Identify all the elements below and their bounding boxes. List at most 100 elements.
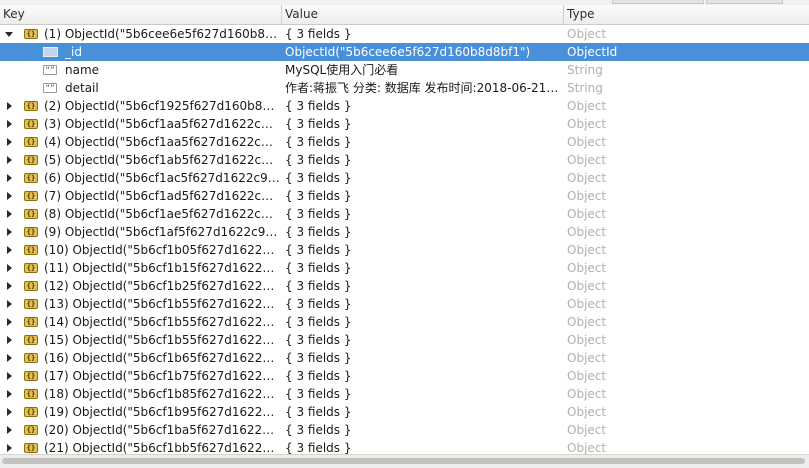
field-row[interactable]: _id ObjectId("5b6cee6e5f627d160b8d8bf1") O… [0,43,809,61]
document-row[interactable]: {} (9) ObjectId("5b6cf1af5f627d1622c92709… [0,223,809,241]
key-cell: {} (2) ObjectId("5b6cf1925f627d160b8d8bf2… [0,97,282,115]
document-row[interactable]: {} (13) ObjectId("5b6cf1b55f627d1622c9270… [0,295,809,313]
expand-arrow-right-icon[interactable] [7,264,12,272]
value-text: { 3 fields } [285,405,352,419]
expand-arrow-right-icon[interactable] [7,138,12,146]
document-row[interactable]: {} (14) ObjectId("5b6cf1b55f627d1622c9270… [0,313,809,331]
document-row[interactable]: {} (6) ObjectId("5b6cf1ac5f627d1622c926f6… [0,169,809,187]
expand-arrow-right-icon[interactable] [7,192,12,200]
type-cell: Object [567,189,607,203]
field-row[interactable]: “” detail 作者:蒋振飞 分类: 数据库 发布时间:2018-06-21 1… [0,79,809,97]
key-text: (3) ObjectId("5b6cf1aa5f627d1622c926f3") [44,117,280,131]
toolbar-edge-button[interactable] [612,0,704,4]
document-row[interactable]: {} (10) ObjectId("5b6cf1b05f627d1622c9270… [0,241,809,259]
expand-arrow-right-icon[interactable] [7,120,12,128]
key-cell: {} (4) ObjectId("5b6cf1aa5f627d1622c926f4… [0,133,282,151]
object-icon: {} [24,191,38,201]
value-cell: { 3 fields } [285,421,562,439]
object-icon: {} [24,317,38,327]
document-row[interactable]: {} (7) ObjectId("5b6cf1ad5f627d1622c926f7… [0,187,809,205]
value-cell: { 3 fields } [285,115,562,133]
key-text: (9) ObjectId("5b6cf1af5f627d1622c92709") [44,225,280,239]
document-row[interactable]: {} (5) ObjectId("5b6cf1ab5f627d1622c926f5… [0,151,809,169]
object-icon: {} [24,227,38,237]
value-cell: { 3 fields } [285,205,562,223]
key-text: (12) ObjectId("5b6cf1b25f627d1622c9270c"… [44,279,280,293]
expand-arrow-right-icon[interactable] [7,426,12,434]
value-cell: { 3 fields } [285,349,562,367]
document-row[interactable]: {} (19) ObjectId("5b6cf1b95f627d1622c9271… [0,403,809,421]
document-row[interactable]: {} (1) ObjectId("5b6cee6e5f627d160b8d8bf1… [0,25,809,43]
key-cell: {} (5) ObjectId("5b6cf1ab5f627d1622c926f5… [0,151,282,169]
key-text: (13) ObjectId("5b6cf1b55f627d1622c9270d"… [44,297,280,311]
value-text: { 3 fields } [285,351,352,365]
expand-arrow-right-icon[interactable] [7,246,12,254]
document-row[interactable]: {} (2) ObjectId("5b6cf1925f627d160b8d8bf2… [0,97,809,115]
expand-arrow-right-icon[interactable] [7,282,12,290]
key-cell: {} (11) ObjectId("5b6cf1b15f627d1622c9270… [0,259,282,277]
key-text: (7) ObjectId("5b6cf1ad5f627d1622c926f7") [44,189,280,203]
document-row[interactable]: {} (3) ObjectId("5b6cf1aa5f627d1622c926f3… [0,115,809,133]
key-cell: {} (18) ObjectId("5b6cf1b85f627d1622c9271… [0,385,282,403]
expand-arrow-right-icon[interactable] [7,336,12,344]
value-cell: { 3 fields } [285,331,562,349]
object-icon: {} [24,407,38,417]
document-row[interactable]: {} (20) ObjectId("5b6cf1ba5f627d1622c9271… [0,421,809,439]
expand-arrow-right-icon[interactable] [7,318,12,326]
document-row[interactable]: {} (12) ObjectId("5b6cf1b25f627d1622c9270… [0,277,809,295]
key-cell: {} (19) ObjectId("5b6cf1b95f627d1622c9271… [0,403,282,421]
type-cell: Object [567,153,607,167]
type-cell: Object [567,117,607,131]
document-row[interactable]: {} (11) ObjectId("5b6cf1b15f627d1622c9270… [0,259,809,277]
expand-arrow-right-icon[interactable] [7,408,12,416]
value-text: MySQL使用入门必看 [285,63,399,77]
scrollbar-thumb[interactable] [2,458,805,464]
expand-arrow-right-icon[interactable] [7,210,12,218]
expand-arrow-right-icon[interactable] [7,300,12,308]
type-cell: Object [567,333,607,347]
expand-arrow-right-icon[interactable] [7,372,12,380]
key-text: (19) ObjectId("5b6cf1b95f627d1622c92713"… [44,405,280,419]
document-row[interactable]: {} (8) ObjectId("5b6cf1ae5f627d1622c926f8… [0,205,809,223]
key-text: _id [65,45,82,59]
key-text: (2) ObjectId("5b6cf1925f627d160b8d8bf2") [44,99,280,113]
expand-arrow-right-icon[interactable] [7,354,12,362]
expand-arrow-down-icon[interactable] [5,32,13,37]
column-header-type[interactable]: Type [563,5,809,24]
column-header-key[interactable]: Key [0,5,281,24]
object-icon: {} [24,209,38,219]
document-row[interactable]: {} (18) ObjectId("5b6cf1b85f627d1622c9271… [0,385,809,403]
expand-arrow-right-icon[interactable] [7,444,12,452]
key-text: (18) ObjectId("5b6cf1b85f627d1622c92712"… [44,387,280,401]
field-row[interactable]: “” name MySQL使用入门必看 String [0,61,809,79]
expand-arrow-right-icon[interactable] [7,156,12,164]
document-row[interactable]: {} (21) ObjectId("5b6cf1bb5f627d1622c9271… [0,439,809,454]
expand-arrow-right-icon[interactable] [7,102,12,110]
expand-arrow-right-icon[interactable] [7,390,12,398]
value-cell: { 3 fields } [285,223,562,241]
value-cell: ObjectId("5b6cee6e5f627d160b8d8bf1") [285,43,562,61]
document-row[interactable]: {} (17) ObjectId("5b6cf1b75f627d1622c9271… [0,367,809,385]
column-header-value[interactable]: Value [281,5,563,24]
object-icon: {} [24,353,38,363]
key-cell: {} (9) ObjectId("5b6cf1af5f627d1622c92709… [0,223,282,241]
expand-arrow-right-icon[interactable] [7,228,12,236]
horizontal-scrollbar[interactable] [0,454,809,468]
type-cell: Object [567,369,607,383]
toolbar-edge-button[interactable] [706,0,783,4]
key-text: (4) ObjectId("5b6cf1aa5f627d1622c926f4") [44,135,280,149]
type-cell: Object [567,27,607,41]
expand-arrow-right-icon[interactable] [7,174,12,182]
value-text: { 3 fields } [285,153,352,167]
value-text: { 3 fields } [285,387,352,401]
value-cell: { 3 fields } [285,151,562,169]
key-text: (15) ObjectId("5b6cf1b55f627d1622c9270f"… [44,333,280,347]
type-cell: Object [567,243,607,257]
document-row[interactable]: {} (16) ObjectId("5b6cf1b65f627d1622c9271… [0,349,809,367]
key-cell: “” name [0,61,282,79]
type-cell: String [567,81,603,95]
document-row[interactable]: {} (4) ObjectId("5b6cf1aa5f627d1622c926f4… [0,133,809,151]
document-tree[interactable]: {} (1) ObjectId("5b6cee6e5f627d160b8d8bf1… [0,25,809,454]
object-icon: {} [24,29,38,39]
document-row[interactable]: {} (15) ObjectId("5b6cf1b55f627d1622c9270… [0,331,809,349]
